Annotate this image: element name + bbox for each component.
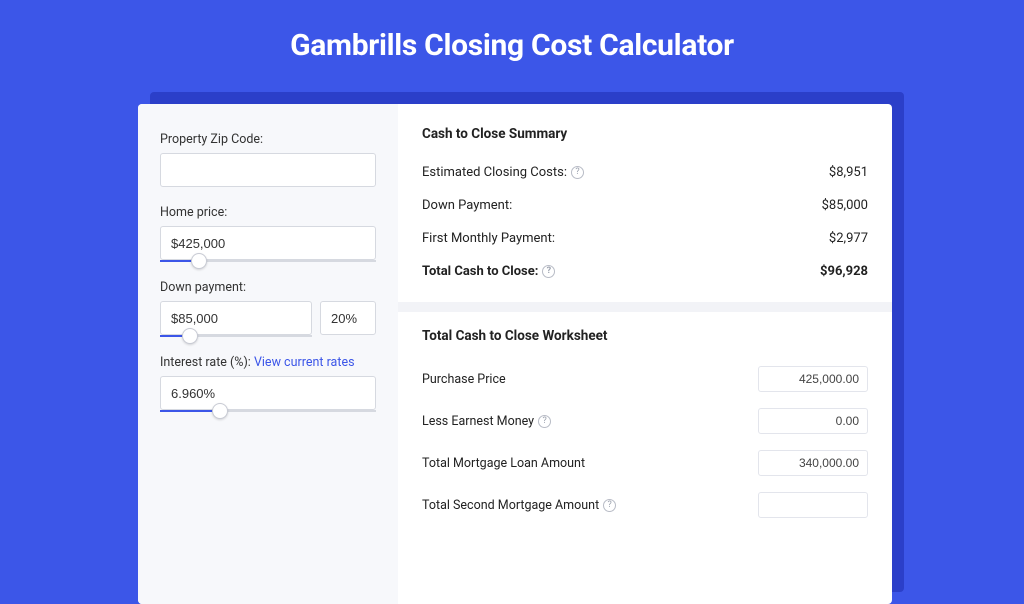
home-price-label: Home price: xyxy=(160,205,376,220)
zip-label: Property Zip Code: xyxy=(160,132,376,147)
worksheet-label-text: Total Mortgage Loan Amount xyxy=(422,456,585,471)
summary-row: Total Cash to Close:? $96,928 xyxy=(422,255,868,288)
rate-label-text: Interest rate (%): xyxy=(160,355,254,370)
worksheet-label: Purchase Price xyxy=(422,372,506,387)
summary-label-text: Total Cash to Close: xyxy=(422,264,538,279)
down-payment-input[interactable] xyxy=(160,301,312,335)
down-payment-field: Down payment: xyxy=(160,280,376,337)
interest-rate-field: Interest rate (%): View current rates xyxy=(160,355,376,412)
page-title: Gambrills Closing Cost Calculator xyxy=(0,0,1024,83)
summary-value: $85,000 xyxy=(822,198,868,213)
worksheet-row: Total Mortgage Loan Amount xyxy=(422,442,868,484)
slider-thumb[interactable] xyxy=(182,328,198,344)
summary-value: $8,951 xyxy=(829,165,868,180)
worksheet-label: Less Earnest Money? xyxy=(422,414,551,429)
summary-row: Estimated Closing Costs:? $8,951 xyxy=(422,156,868,189)
summary-value: $2,977 xyxy=(829,231,868,246)
worksheet-label: Total Second Mortgage Amount? xyxy=(422,498,616,513)
results-panel: Cash to Close Summary Estimated Closing … xyxy=(398,104,892,604)
calculator-card: Property Zip Code: Home price: Down paym… xyxy=(138,104,892,604)
summary-label: Total Cash to Close:? xyxy=(422,264,555,279)
zip-input[interactable] xyxy=(160,153,376,187)
worksheet-heading: Total Cash to Close Worksheet xyxy=(422,328,868,344)
worksheet-value-input[interactable] xyxy=(758,408,868,434)
worksheet-label: Total Mortgage Loan Amount xyxy=(422,456,585,471)
home-price-slider[interactable] xyxy=(160,260,376,262)
slider-thumb[interactable] xyxy=(191,253,207,269)
zip-field: Property Zip Code: xyxy=(160,132,376,187)
section-divider xyxy=(398,302,892,312)
worksheet-value-input[interactable] xyxy=(758,450,868,476)
summary-label: Estimated Closing Costs:? xyxy=(422,165,584,180)
summary-heading: Cash to Close Summary xyxy=(422,126,868,142)
summary-label-text: Down Payment: xyxy=(422,198,512,213)
worksheet-row: Purchase Price xyxy=(422,358,868,400)
slider-fill xyxy=(160,410,220,412)
interest-rate-label: Interest rate (%): View current rates xyxy=(160,355,376,370)
home-price-field: Home price: xyxy=(160,205,376,262)
slider-thumb[interactable] xyxy=(212,403,228,419)
summary-label: Down Payment: xyxy=(422,198,512,213)
view-rates-link[interactable]: View current rates xyxy=(254,355,355,370)
summary-row: Down Payment: $85,000 xyxy=(422,189,868,222)
down-payment-pct-input[interactable] xyxy=(320,301,376,335)
summary-row: First Monthly Payment: $2,977 xyxy=(422,222,868,255)
interest-rate-input[interactable] xyxy=(160,376,376,410)
worksheet-value-input[interactable] xyxy=(758,492,868,518)
help-icon[interactable]: ? xyxy=(538,415,551,428)
summary-label: First Monthly Payment: xyxy=(422,231,555,246)
input-sidebar: Property Zip Code: Home price: Down paym… xyxy=(138,104,398,604)
help-icon[interactable]: ? xyxy=(571,166,584,179)
worksheet-label-text: Purchase Price xyxy=(422,372,506,387)
interest-rate-slider[interactable] xyxy=(160,410,376,412)
worksheet-label-text: Total Second Mortgage Amount xyxy=(422,498,599,513)
summary-label-text: First Monthly Payment: xyxy=(422,231,555,246)
worksheet-label-text: Less Earnest Money xyxy=(422,414,534,429)
help-icon[interactable]: ? xyxy=(542,265,555,278)
worksheet-row: Less Earnest Money? xyxy=(422,400,868,442)
summary-label-text: Estimated Closing Costs: xyxy=(422,165,567,180)
summary-list: Estimated Closing Costs:? $8,951 Down Paym… xyxy=(422,156,868,288)
worksheet-list: Purchase Price Less Earnest Money? Total M… xyxy=(422,358,868,526)
down-payment-slider[interactable] xyxy=(160,335,312,337)
help-icon[interactable]: ? xyxy=(603,499,616,512)
summary-value: $96,928 xyxy=(820,264,868,279)
down-payment-label: Down payment: xyxy=(160,280,376,295)
worksheet-row: Total Second Mortgage Amount? xyxy=(422,484,868,526)
worksheet-value-input[interactable] xyxy=(758,366,868,392)
